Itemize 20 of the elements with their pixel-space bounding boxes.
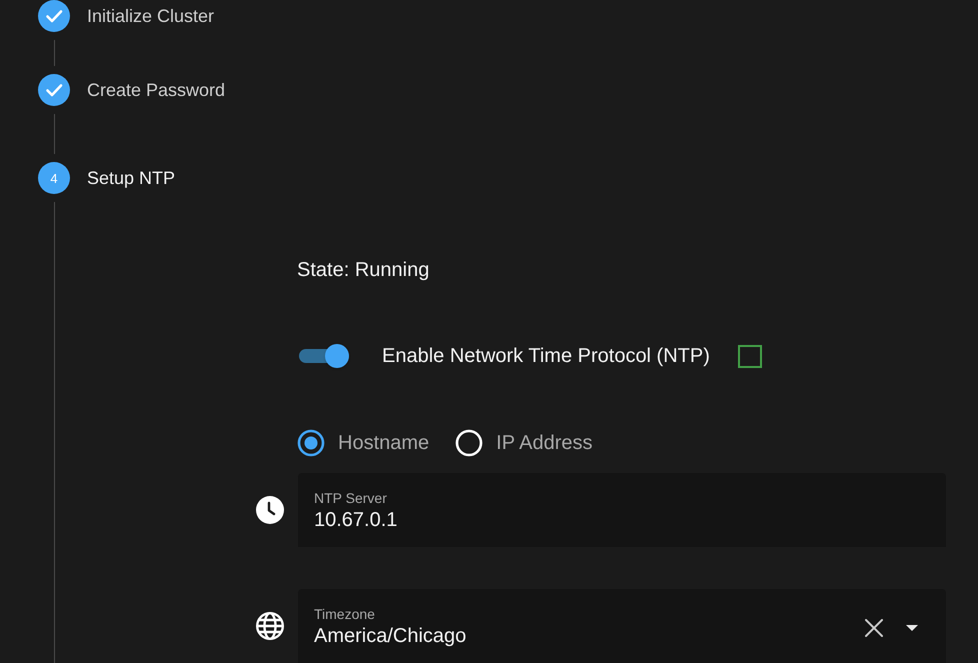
step-label: Setup NTP (87, 167, 176, 189)
radio-option[interactable]: IP Address (455, 429, 593, 457)
radio-option[interactable]: Hostname (297, 429, 430, 457)
step-label: Create Password (87, 78, 226, 101)
field-value: America/Chicago (314, 625, 468, 647)
field-label: Timezone (314, 606, 376, 622)
state-text: State: Running (297, 258, 430, 282)
step-number-badge: 4 (38, 162, 70, 194)
field-value: 10.67.0.1 (314, 509, 398, 531)
clock-icon (256, 496, 284, 524)
step-label: Initialize Cluster (87, 5, 214, 27)
toggle-switch[interactable] (297, 342, 351, 370)
field-label: NTP Server (314, 490, 388, 506)
select-field[interactable]: Timezone America/Chicago (298, 589, 946, 663)
globe-icon (256, 612, 284, 640)
text-field[interactable]: NTP Server 10.67.0.1 (298, 473, 946, 547)
toggle-label: Enable Network Time Protocol (NTP) (382, 344, 710, 368)
close-icon (865, 619, 883, 637)
square-outline-icon (738, 344, 762, 368)
caret-down-icon (906, 625, 918, 631)
